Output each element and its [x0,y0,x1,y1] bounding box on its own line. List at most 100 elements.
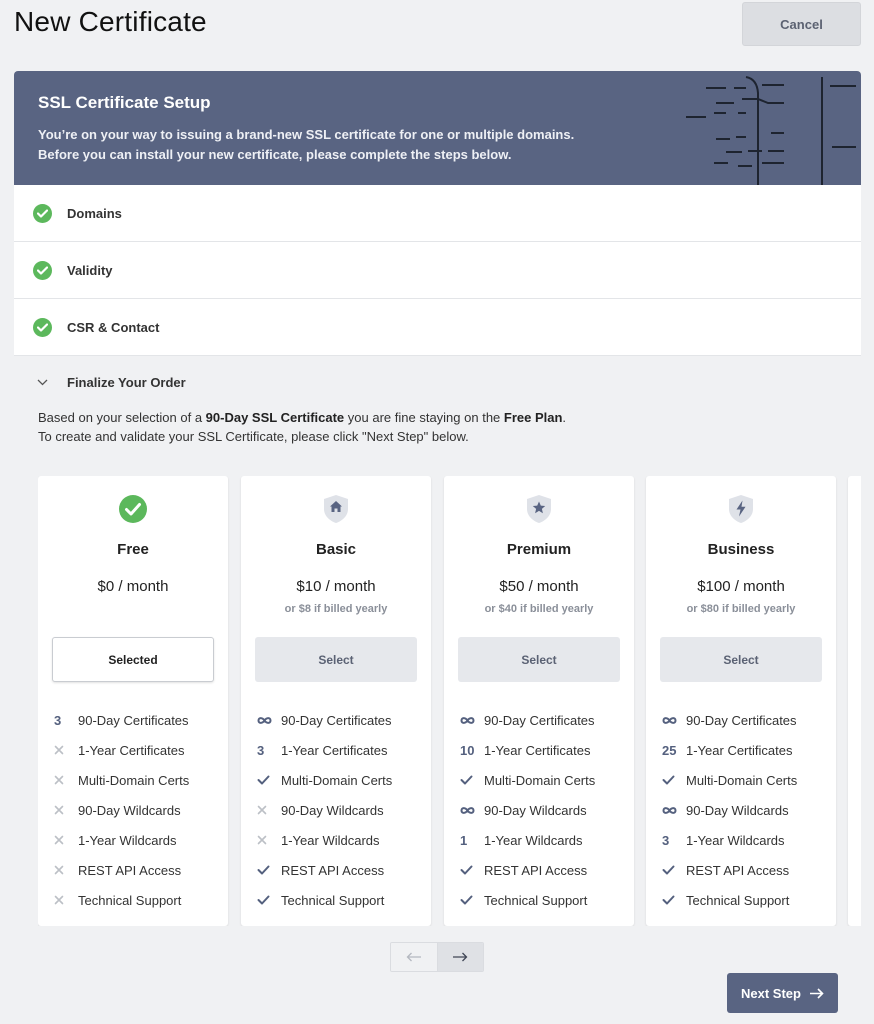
plan-price: $50 / month [499,578,579,595]
feature-label: 90-Day Certificates [686,712,797,728]
selected-cert-type: 90-Day SSL Certificate [205,410,345,425]
feature-count: 1 [460,832,468,848]
feature-label: 90-Day Wildcards [686,802,789,818]
feature-label: 90-Day Certificates [281,712,392,728]
feature-label: REST API Access [484,862,588,878]
plan-card-next-peek [848,476,861,926]
plan-yearly-price: or $40 if billed yearly [484,603,594,615]
check-icon [662,775,686,785]
desc-text: Based on your selection of a [38,410,206,425]
step-label: Domains [67,205,122,221]
feature-item: 90-Day Wildcards [54,795,224,825]
setup-card: SSL Certificate Setup You’re on your way… [14,71,861,1024]
next-step-label: Next Step [741,985,801,1001]
step-csr-contact[interactable]: CSR & Contact [14,299,861,356]
feature-label: 1-Year Certificates [281,742,388,758]
check-icon [662,895,686,905]
cross-icon [54,835,78,845]
pager-next-button[interactable] [437,943,483,971]
finalize-header[interactable]: Finalize Your Order [14,356,861,408]
next-step-button[interactable]: Next Step [727,973,838,1013]
plan-select-button[interactable]: Select [458,637,620,682]
step-label: CSR & Contact [67,319,160,335]
infinity-icon [662,806,686,815]
feature-label: 90-Day Wildcards [281,802,384,818]
cross-icon [54,895,78,905]
feature-list: 3 90-Day Certificates 1-Year Certificates M… [54,705,224,915]
star-shield-icon [444,494,634,524]
feature-item: Multi-Domain Certs [257,765,427,795]
feature-item: 1-Year Wildcards [257,825,427,855]
check-icon [662,865,686,875]
feature-item: 90-Day Certificates [460,705,630,735]
home-shield-icon [241,494,431,524]
step-domains[interactable]: Domains [14,185,861,242]
cross-icon [54,865,78,875]
feature-item: REST API Access [257,855,427,885]
cross-icon [54,775,78,785]
check-icon [460,775,484,785]
feature-label: 1-Year Wildcards [484,832,583,848]
feature-count: 3 [54,712,62,728]
feature-item: Technical Support [257,885,427,915]
feature-item: 1-Year Wildcards [54,825,224,855]
feature-count: 25 [662,742,677,758]
feature-list: 90-Day Certificates 25 1-Year Certificates… [662,705,832,915]
feature-label: Technical Support [78,892,182,908]
plan-pager [390,942,484,972]
feature-count: 3 [257,742,265,758]
feature-item: 90-Day Certificates [257,705,427,735]
finalize-description: Based on your selection of a 90-Day SSL … [14,408,861,446]
feature-label: REST API Access [686,862,790,878]
pager-prev-button[interactable] [391,943,438,971]
plan-name: Free [117,541,149,558]
plan-selected-button[interactable]: Selected [52,637,214,682]
infinity-icon [257,716,281,725]
check-circle-icon [33,203,52,223]
plan-price: $10 / month [296,578,376,595]
feature-label: Multi-Domain Certs [78,772,190,788]
feature-label: 1-Year Certificates [686,742,793,758]
feature-item: 3 1-Year Certificates [257,735,427,765]
chevron-down-icon [37,379,49,386]
plan-name: Business [707,541,775,558]
plan-card-free: Free $0 / month Selected 3 90-Day Certifi… [38,476,228,926]
plan-yearly-price: or $80 if billed yearly [686,603,796,615]
feature-item: Technical Support [54,885,224,915]
arrow-left-icon [406,952,421,962]
feature-label: Multi-Domain Certs [686,772,798,788]
feature-item: 25 1-Year Certificates [662,735,832,765]
plan-select-button[interactable]: Select [660,637,822,682]
feature-item: Multi-Domain Certs [460,765,630,795]
feature-label: 90-Day Certificates [484,712,595,728]
check-icon [460,865,484,875]
plan-name: Premium [506,541,572,558]
feature-label: Multi-Domain Certs [484,772,596,788]
desc-text: . [562,410,567,425]
step-label: Finalize Your Order [67,374,186,390]
check-circle-icon [33,260,52,280]
feature-label: REST API Access [281,862,385,878]
feature-label: 90-Day Wildcards [484,802,587,818]
feature-label: 1-Year Wildcards [686,832,785,848]
current-plan-name: Free Plan [503,410,563,425]
feature-label: Technical Support [686,892,790,908]
cancel-button[interactable]: Cancel [742,2,861,46]
bolt-shield-icon [646,494,836,524]
feature-list: 90-Day Certificates 3 1-Year Certificates M… [257,705,427,915]
setup-banner: SSL Certificate Setup You’re on your way… [14,71,861,185]
cross-icon [257,805,281,815]
check-icon [257,895,281,905]
feature-item: 3 1-Year Wildcards [662,825,832,855]
feature-count: 3 [662,832,670,848]
plan-select-button[interactable]: Select [255,637,417,682]
page-title: New Certificate [14,6,207,37]
feature-label: Technical Support [281,892,385,908]
plan-price: $100 / month [697,578,785,595]
step-validity[interactable]: Validity [14,242,861,299]
plan-carousel: Free $0 / month Selected 3 90-Day Certifi… [38,476,861,926]
feature-item: 10 1-Year Certificates [460,735,630,765]
plan-card-business: Business $100 / month or $80 if billed y… [646,476,836,926]
plan-name: Basic [315,541,357,558]
feature-label: 1-Year Wildcards [281,832,380,848]
